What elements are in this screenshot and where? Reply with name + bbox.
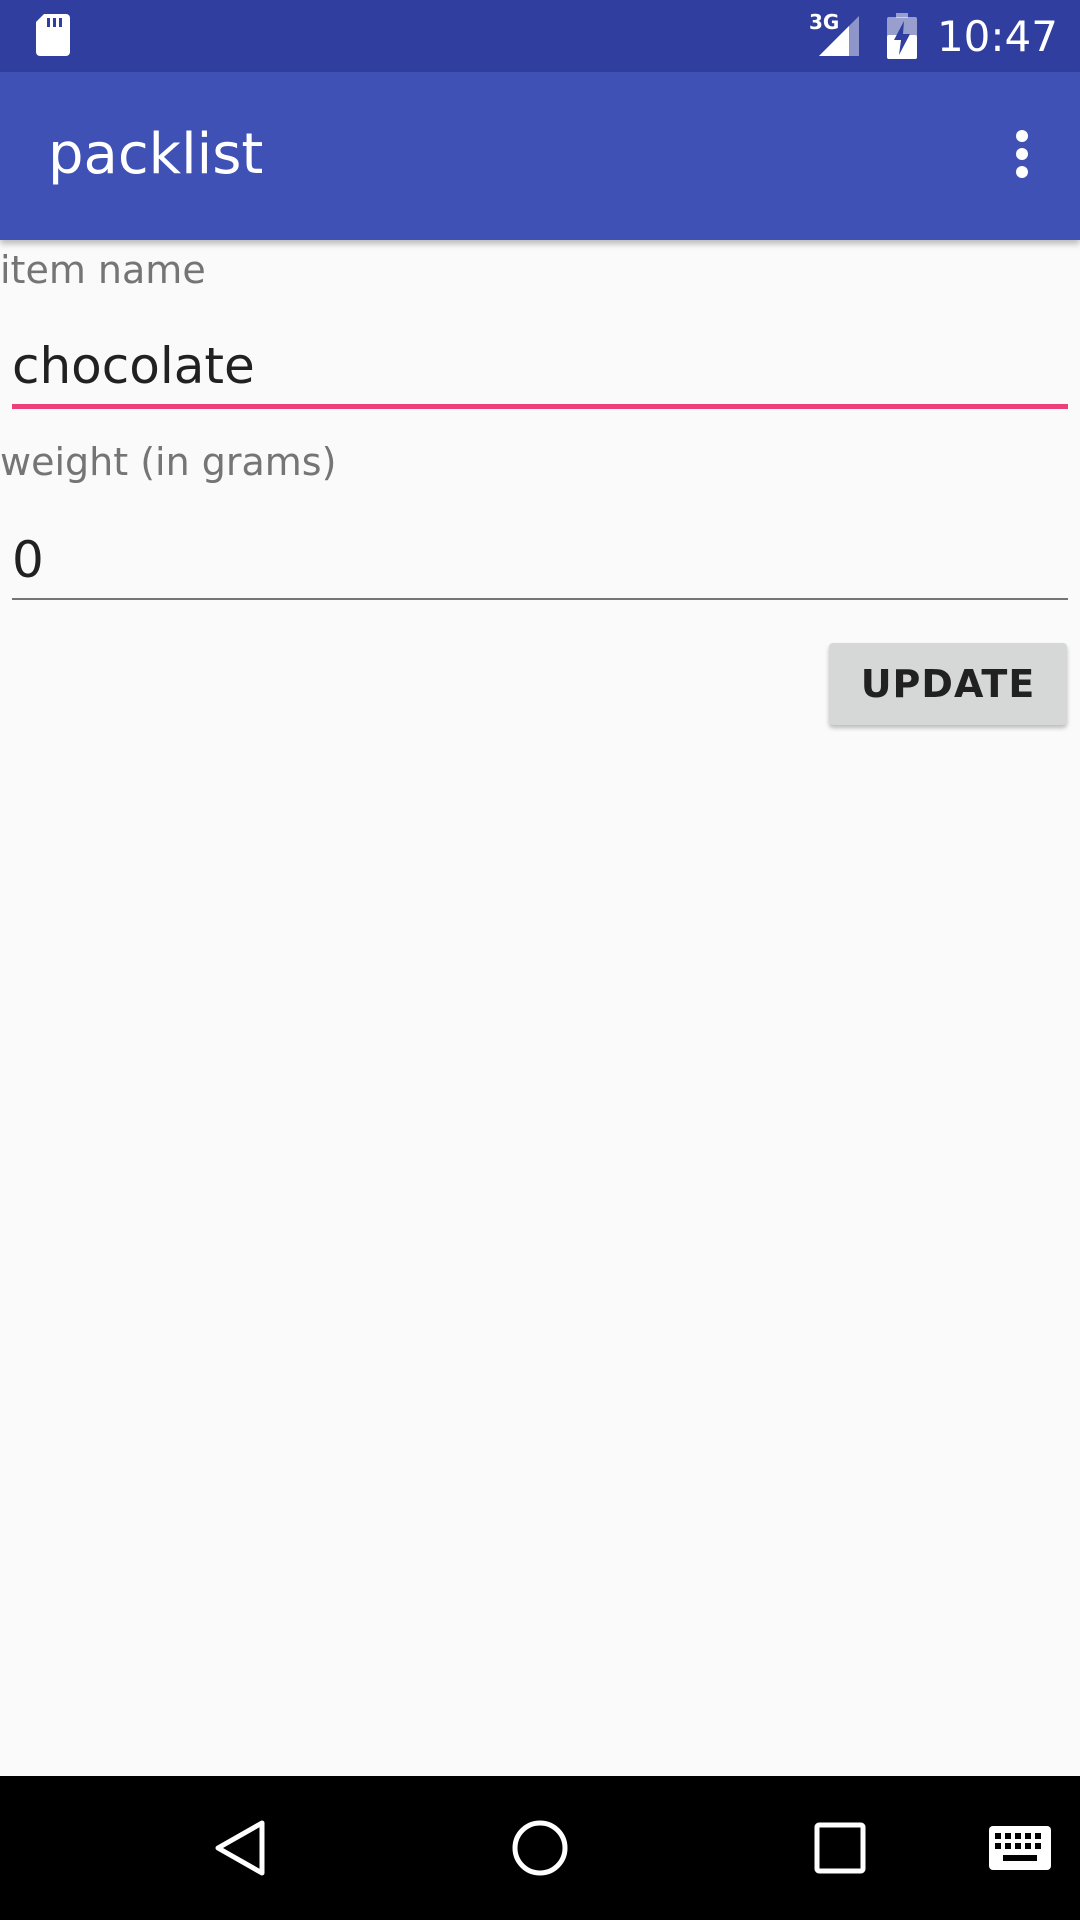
item-name-underline bbox=[12, 404, 1068, 409]
navigation-bar bbox=[0, 1776, 1080, 1920]
screen: 3G 10:47 packlist item name chocolate we… bbox=[0, 0, 1080, 1920]
more-vert-icon bbox=[1016, 130, 1028, 178]
keyboard-icon bbox=[989, 1826, 1051, 1870]
item-name-input[interactable] bbox=[12, 326, 1068, 406]
weight-label: weight (in grams) bbox=[0, 440, 337, 484]
status-time: 10:47 bbox=[936, 11, 1058, 61]
app-bar: packlist bbox=[0, 72, 1080, 240]
update-button[interactable]: UPDATE bbox=[829, 643, 1067, 725]
battery-charging-icon bbox=[886, 13, 917, 59]
item-name-label: item name bbox=[0, 248, 206, 292]
home-button[interactable] bbox=[500, 1808, 580, 1888]
signal-icon: 3G bbox=[809, 10, 865, 60]
back-icon bbox=[215, 1820, 265, 1876]
status-bar: 3G 10:47 bbox=[0, 0, 1080, 72]
sd-card-icon bbox=[36, 14, 70, 56]
weight-underline bbox=[12, 598, 1068, 600]
keyboard-switch-button[interactable] bbox=[980, 1808, 1060, 1888]
recents-icon bbox=[814, 1822, 866, 1874]
overflow-menu-button[interactable] bbox=[982, 114, 1062, 194]
home-icon bbox=[512, 1820, 568, 1876]
recents-button[interactable] bbox=[800, 1808, 880, 1888]
status-right: 3G 10:47 bbox=[809, 0, 1058, 72]
app-title: packlist bbox=[48, 122, 264, 187]
back-button[interactable] bbox=[200, 1808, 280, 1888]
weight-input[interactable] bbox=[12, 520, 1068, 600]
